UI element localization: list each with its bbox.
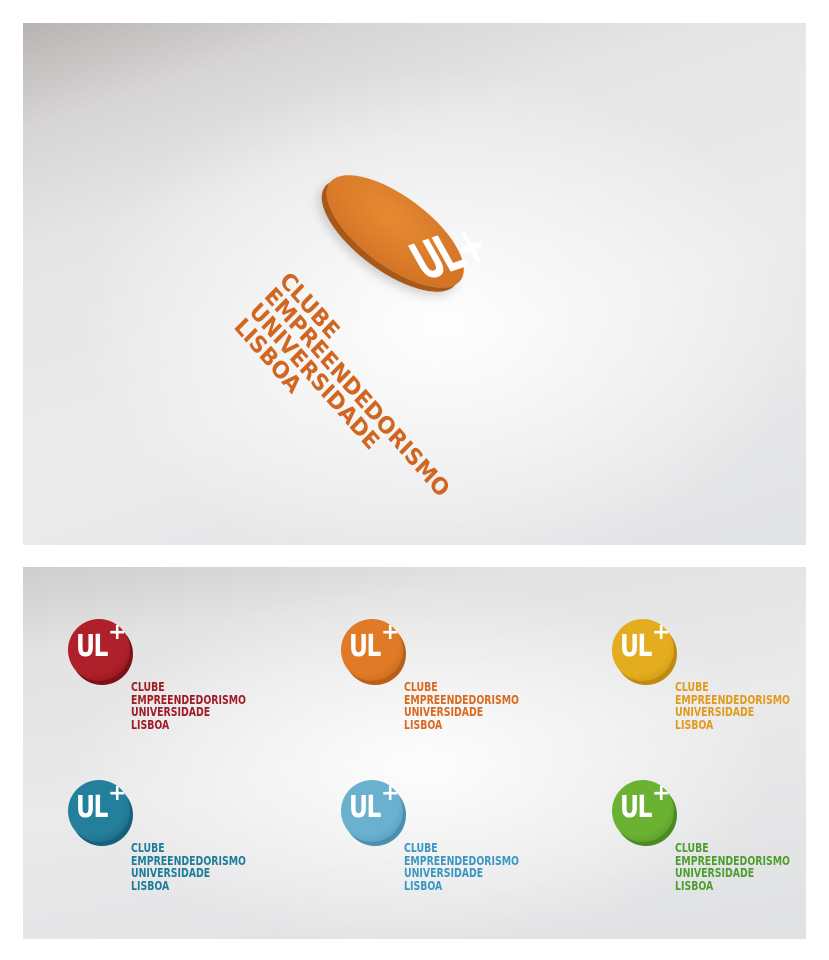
- logo-variant-light-blue: UL + CLUBE EMPREENDEDORISMO UNIVERSIDADE LISB…: [341, 780, 541, 910]
- logo-line-lisboa: LISBOA: [675, 878, 714, 893]
- plus-icon: +: [108, 620, 127, 645]
- logo-wordmark: CLUBE EMPREENDEDORISMO UNIVERSIDADE LISBOA: [675, 681, 790, 731]
- logo-line-universidade: UNIVERSIDADE: [131, 705, 211, 719]
- logo-line-lisboa: LISBOA: [131, 878, 170, 893]
- logo-wordmark: CLUBE EMPREENDEDORISMO UNIVERSIDADE LISBOA: [404, 842, 519, 892]
- hero-logo-wordmark: CLUBE EMPREENDEDORISMO UNIVERSIDADE LISB…: [229, 267, 468, 531]
- plus-icon: +: [108, 781, 127, 806]
- logo-variant-teal: UL + CLUBE EMPREENDEDORISMO UNIVERSIDADE LISB…: [68, 780, 268, 910]
- logo-line-universidade: UNIVERSIDADE: [404, 705, 484, 719]
- hero-logo: UL+ CLUBE EMPREENDEDORISMO UNIVERSIDADE …: [229, 128, 610, 545]
- logo-line-universidade: UNIVERSIDADE: [131, 866, 211, 880]
- logo-coin: UL +: [612, 619, 674, 681]
- logo-coin: UL +: [341, 619, 403, 681]
- plus-icon: +: [381, 781, 400, 806]
- logo-mark: UL: [349, 629, 381, 664]
- plus-icon: +: [652, 781, 671, 806]
- logo-wordmark: CLUBE EMPREENDEDORISMO UNIVERSIDADE LISBOA: [404, 681, 519, 731]
- logo-variant-red: UL + CLUBE EMPREENDEDORISMO UNIVERSIDADE LISB…: [68, 619, 268, 749]
- logo-line-universidade: UNIVERSIDADE: [675, 866, 755, 880]
- plus-icon: +: [381, 620, 400, 645]
- logo-line-lisboa: LISBOA: [404, 717, 443, 732]
- logo-variant-green: UL + CLUBE EMPREENDEDORISMO UNIVERSIDADE LISB…: [612, 780, 806, 910]
- hero-mockup-panel: UL+ CLUBE EMPREENDEDORISMO UNIVERSIDADE …: [23, 23, 806, 545]
- hero-logo-mark: UL+: [400, 215, 497, 292]
- logo-wordmark: CLUBE EMPREENDEDORISMO UNIVERSIDADE LISBOA: [131, 681, 246, 731]
- logo-wordmark: CLUBE EMPREENDEDORISMO UNIVERSIDADE LISBOA: [675, 842, 790, 892]
- logo-coin: UL +: [68, 619, 130, 681]
- logo-line-clube: CLUBE: [404, 680, 438, 694]
- logo-variant-orange: UL + CLUBE EMPREENDEDORISMO UNIVERSIDADE LISB…: [341, 619, 541, 749]
- logo-line-clube: CLUBE: [675, 680, 709, 694]
- logo-wordmark: CLUBE EMPREENDEDORISMO UNIVERSIDADE LISBOA: [131, 842, 246, 892]
- logo-coin: UL +: [68, 780, 130, 842]
- logo-line-lisboa: LISBOA: [404, 878, 443, 893]
- logo-mark: UL: [620, 629, 652, 664]
- hero-logo-coin: UL+: [321, 152, 497, 311]
- logo-line-clube: CLUBE: [675, 841, 709, 855]
- logo-mark: UL: [76, 629, 108, 664]
- logo-coin: UL +: [612, 780, 674, 842]
- logo-mark: UL: [620, 790, 652, 825]
- logo-line-universidade: UNIVERSIDADE: [675, 705, 755, 719]
- plus-icon: +: [652, 620, 671, 645]
- logo-mark: UL: [349, 790, 381, 825]
- logo-mark: UL: [76, 790, 108, 825]
- logo-line-lisboa: LISBOA: [675, 717, 714, 732]
- color-variants-panel: UL + CLUBE EMPREENDEDORISMO UNIVERSIDADE LISB…: [23, 567, 806, 939]
- logo-line-universidade: UNIVERSIDADE: [404, 866, 484, 880]
- logo-line-clube: CLUBE: [404, 841, 438, 855]
- logo-variant-yellow: UL + CLUBE EMPREENDEDORISMO UNIVERSIDADE LISB…: [612, 619, 806, 749]
- logo-coin: UL +: [341, 780, 403, 842]
- logo-line-clube: CLUBE: [131, 680, 165, 694]
- logo-line-lisboa: LISBOA: [131, 717, 170, 732]
- logo-line-clube: CLUBE: [131, 841, 165, 855]
